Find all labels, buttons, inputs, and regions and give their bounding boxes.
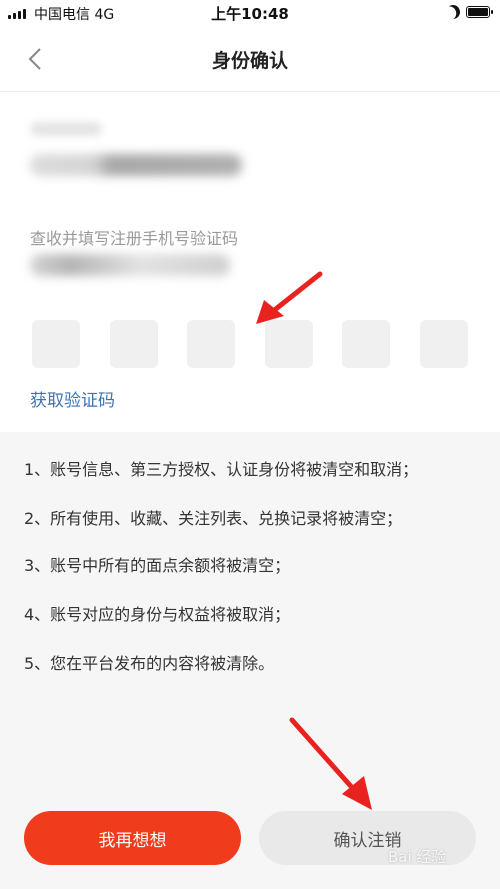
code-digit-box[interactable]	[264, 320, 313, 368]
battery-icon	[466, 6, 493, 18]
rethink-button[interactable]: 我再想想	[24, 811, 241, 865]
code-digit-box[interactable]	[187, 320, 236, 368]
notice-item: 4、账号对应的身份与权益将被取消；	[24, 605, 291, 624]
notice-item: 2、所有使用、收藏、关注列表、兑换记录将被清空；	[24, 509, 403, 528]
notice-item: 3、账号中所有的面点余额将被清空；	[24, 556, 291, 575]
blurred-account-value	[30, 154, 242, 176]
get-code-link[interactable]: 获取验证码	[30, 386, 115, 411]
status-bar: 中国电信 4G 上午10:48	[0, 0, 500, 26]
code-digit-box[interactable]	[419, 320, 468, 368]
blurred-account-label	[30, 122, 102, 136]
code-digit-box[interactable]	[109, 320, 158, 368]
page-title: 身份确认	[211, 50, 288, 72]
nav-bar: 身份确认	[0, 26, 500, 92]
code-digit-box[interactable]	[32, 320, 80, 368]
watermark-logo: Bai 经验	[388, 848, 447, 866]
verify-hint: 查收并填写注册手机号验证码	[30, 229, 239, 248]
code-digit-box[interactable]	[342, 320, 391, 368]
verification-code-input[interactable]	[32, 320, 468, 368]
notice-item: 5、您在平台发布的内容将被清除。	[24, 654, 275, 673]
blurred-phone-number	[30, 254, 230, 276]
notice-item: 1、账号信息、第三方授权、认证身份将被清空和取消；	[24, 460, 419, 479]
annotation-arrow-icon	[256, 271, 323, 324]
status-time: 上午10:48	[211, 5, 289, 23]
